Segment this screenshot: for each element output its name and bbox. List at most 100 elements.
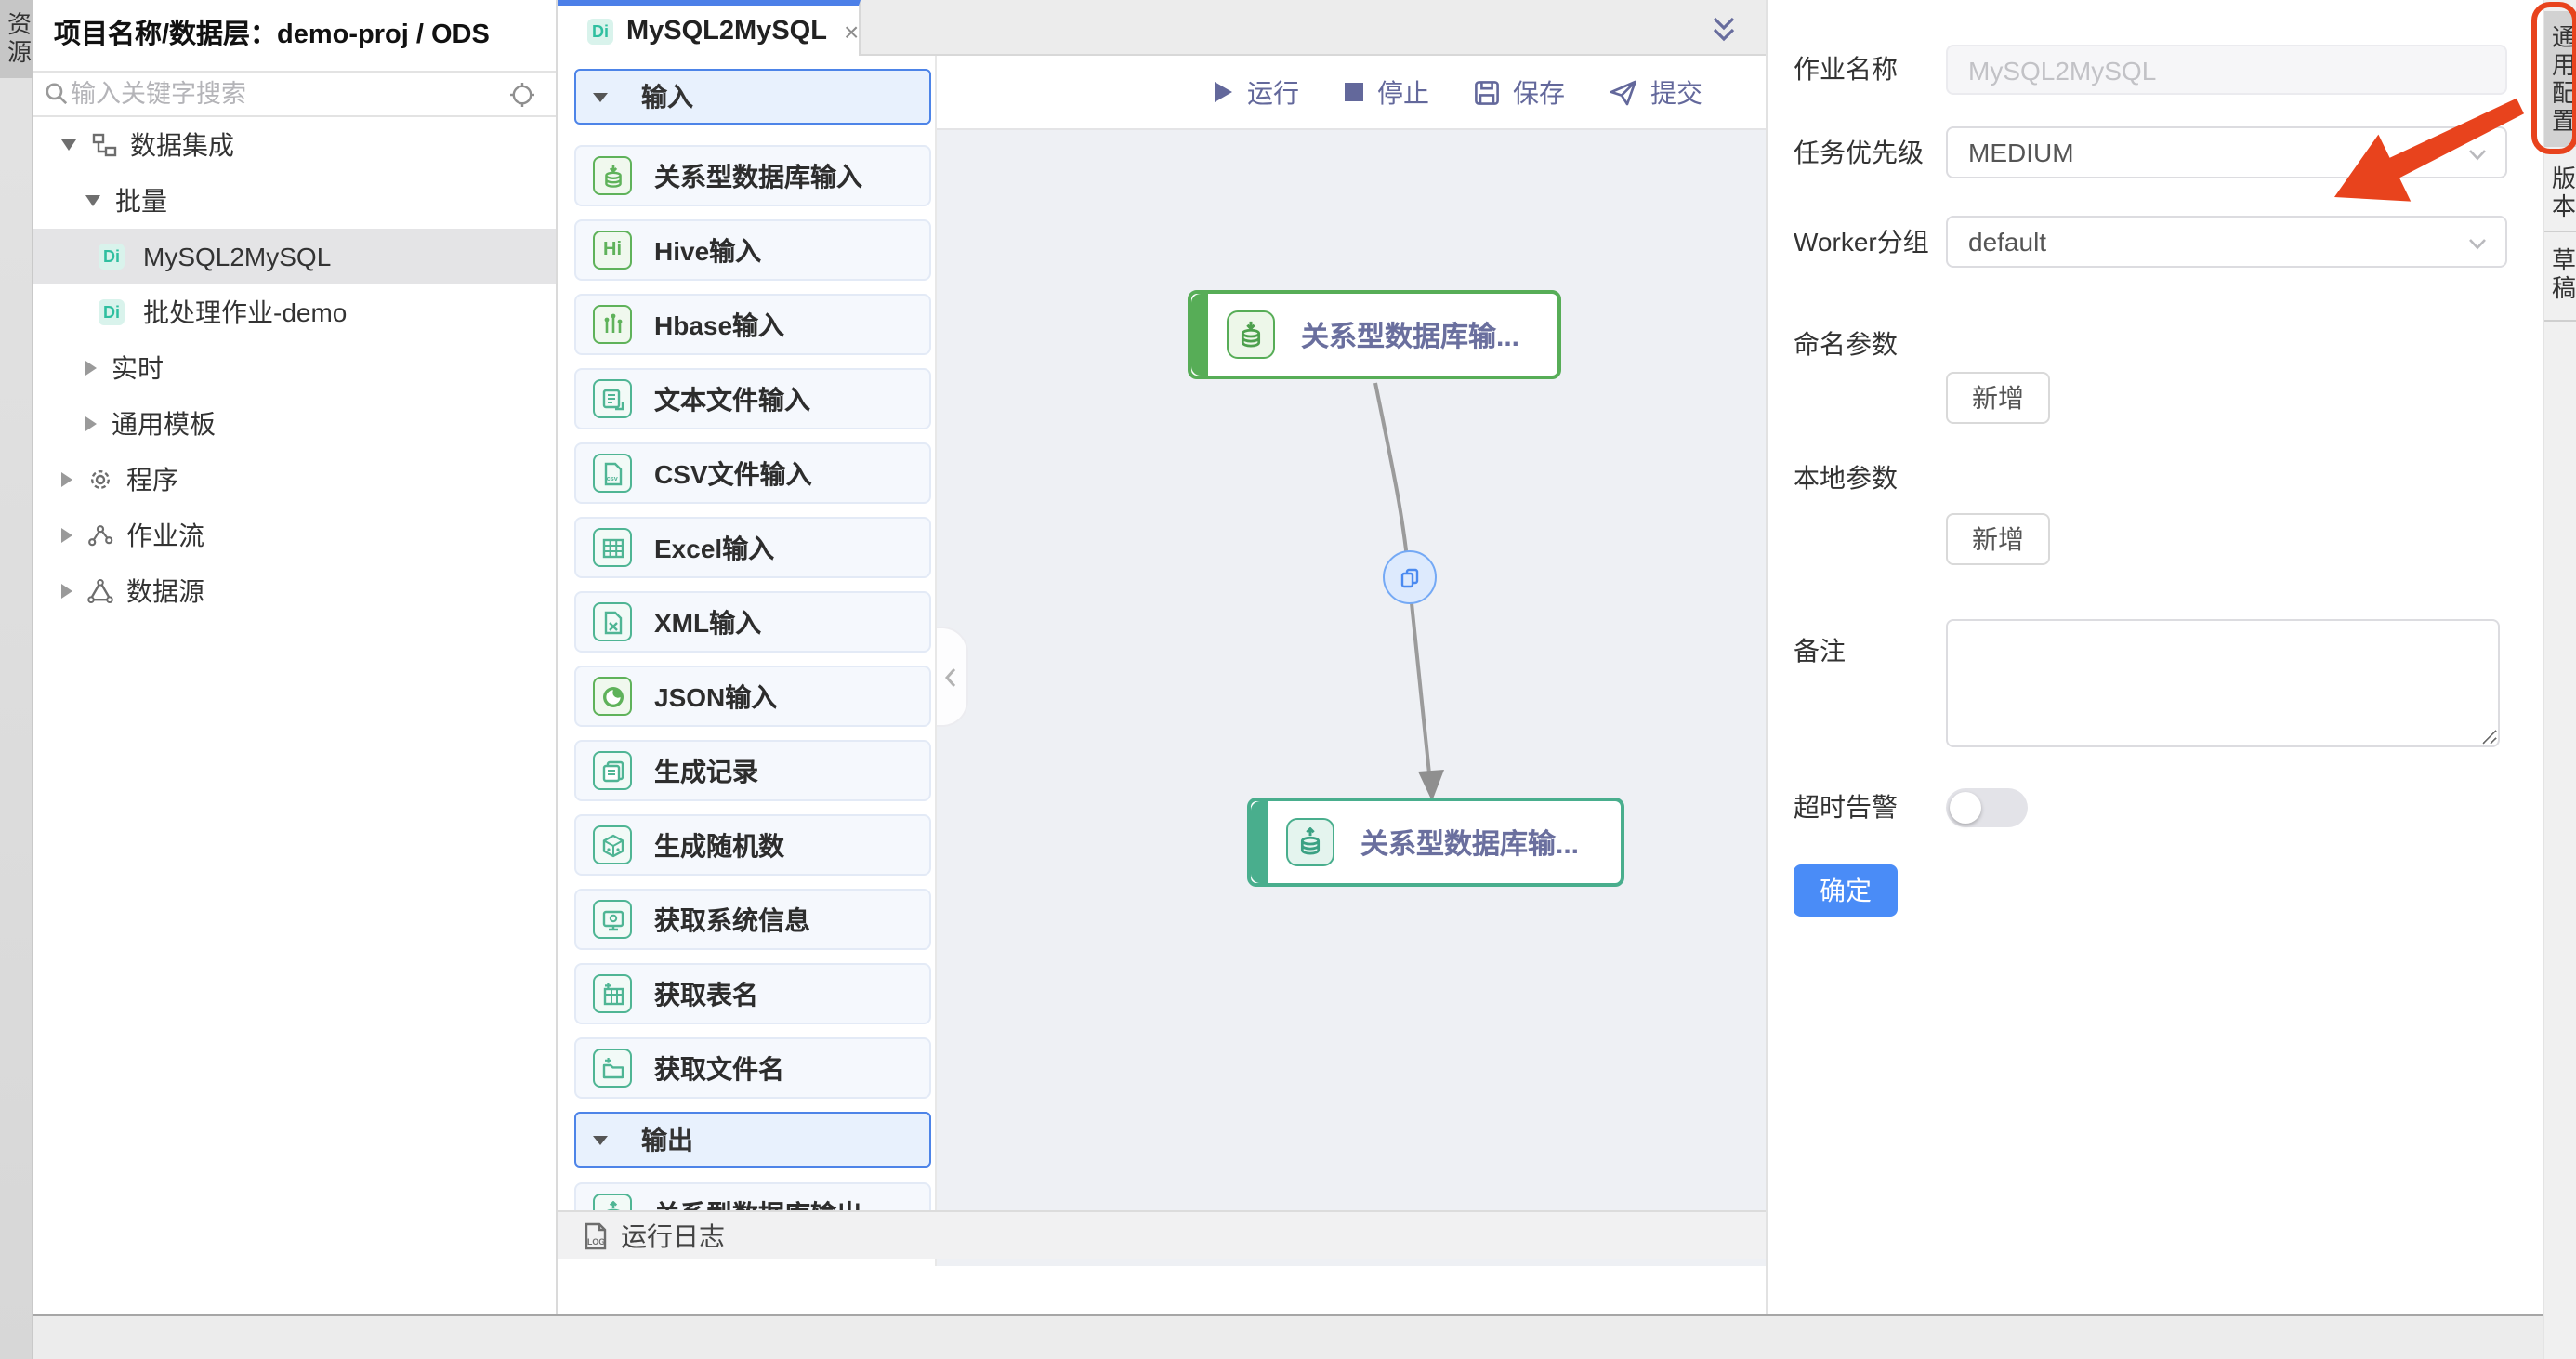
palette-item-label: 获取文件名 bbox=[654, 1049, 784, 1087]
local-params-label: 本地参数 bbox=[1794, 459, 1898, 496]
tree-item-label: 作业流 bbox=[126, 517, 204, 554]
save-label: 保存 bbox=[1513, 73, 1565, 111]
palette-item-xml-input[interactable]: XML输入 bbox=[574, 591, 931, 653]
search-input[interactable] bbox=[71, 76, 470, 112]
submit-button[interactable]: 提交 bbox=[1610, 73, 1702, 111]
priority-label: 任务优先级 bbox=[1794, 134, 1924, 171]
palette-section-input[interactable]: 输入 bbox=[574, 69, 931, 125]
dice-icon bbox=[593, 825, 632, 864]
palette-item-csv-input[interactable]: csv CSV文件输入 bbox=[574, 442, 931, 504]
tree-item-label: 程序 bbox=[126, 461, 178, 498]
node-accent-bar bbox=[1251, 801, 1268, 883]
caret-right-icon[interactable] bbox=[85, 361, 97, 376]
rail-tab-draft[interactable]: 草稿 bbox=[2544, 242, 2576, 309]
rail-tab-version[interactable]: 版本 bbox=[2544, 162, 2576, 225]
run-log-bar[interactable]: LOG 运行日志 bbox=[558, 1210, 1766, 1259]
worker-group-select[interactable]: default bbox=[1946, 216, 2507, 268]
local-params-add-button[interactable]: 新增 bbox=[1946, 513, 2050, 565]
search-icon bbox=[45, 82, 69, 106]
tree-item-realtime[interactable]: 实时 bbox=[33, 340, 556, 396]
editor-panel: Di MySQL2MySQL × 输入 关系型数据库输入 Hi bbox=[558, 0, 1766, 1359]
tab-mysql2mysql[interactable]: Di MySQL2MySQL × bbox=[558, 0, 861, 56]
timeout-alert-toggle[interactable] bbox=[1946, 788, 2028, 827]
datasource-icon bbox=[87, 578, 113, 604]
save-button[interactable]: 保存 bbox=[1474, 73, 1565, 111]
palette-item-text-file-input[interactable]: 文本文件输入 bbox=[574, 368, 931, 429]
tree-item-workflow[interactable]: 作业流 bbox=[33, 508, 556, 563]
rail-tab-label: 草稿 bbox=[2544, 247, 2576, 303]
caret-right-icon[interactable] bbox=[85, 416, 97, 431]
stop-button[interactable]: 停止 bbox=[1344, 73, 1429, 111]
project-tree: 数据集成 批量 Di MySQL2MySQL Di 批处理作业-demo 实时 … bbox=[33, 117, 556, 619]
dag-canvas[interactable]: 关系型数据库输... 关系型数据库输... bbox=[937, 130, 1766, 1266]
resources-rail-tab[interactable]: 资源 bbox=[0, 0, 33, 78]
palette-item-label: 关系型数据库输入 bbox=[654, 157, 862, 194]
caret-down-icon[interactable] bbox=[85, 195, 100, 206]
caret-right-icon[interactable] bbox=[61, 584, 72, 599]
priority-select[interactable]: MEDIUM bbox=[1946, 126, 2507, 178]
sitemap-icon bbox=[91, 132, 117, 158]
palette-item-generate-records[interactable]: 生成记录 bbox=[574, 740, 931, 801]
palette-item-label: Excel输入 bbox=[654, 529, 774, 566]
monitor-icon bbox=[593, 900, 632, 939]
edge-copy-handle[interactable] bbox=[1383, 550, 1437, 604]
job-name-input[interactable] bbox=[1946, 45, 2507, 95]
palette-item-get-table-name[interactable]: 获取表名 bbox=[574, 963, 931, 1024]
palette-item-label: 生成记录 bbox=[654, 752, 758, 789]
hbase-icon bbox=[593, 305, 632, 344]
tree-item-label: 通用模板 bbox=[112, 405, 216, 442]
svg-text:csv: csv bbox=[606, 473, 617, 482]
remarks-textarea[interactable] bbox=[1946, 619, 2500, 747]
sidebar-search-row bbox=[33, 73, 556, 117]
app-window: 资源 项目名称/数据层：demo-proj / ODS 数据集成 bbox=[0, 0, 2576, 1359]
rail-divider bbox=[2544, 320, 2576, 322]
node-rdb-output[interactable]: 关系型数据库输... bbox=[1247, 798, 1624, 887]
palette-item-excel-input[interactable]: Excel输入 bbox=[574, 517, 931, 578]
palette-item-label: 文本文件输入 bbox=[654, 380, 810, 417]
palette-item-hbase-input[interactable]: Hbase输入 bbox=[574, 294, 931, 355]
tree-item-program[interactable]: 程序 bbox=[33, 452, 556, 508]
palette-section-output[interactable]: 输出 bbox=[574, 1112, 931, 1168]
palette-item-hive-input[interactable]: Hi Hive输入 bbox=[574, 219, 931, 281]
section-label: 输入 bbox=[641, 78, 693, 115]
named-params-label: 命名参数 bbox=[1794, 325, 1898, 363]
palette-item-label: 生成随机数 bbox=[654, 826, 784, 864]
tree-item-mysql2mysql[interactable]: Di MySQL2MySQL bbox=[33, 229, 556, 284]
palette-item-rdb-input[interactable]: 关系型数据库输入 bbox=[574, 145, 931, 206]
rail-tab-general-config[interactable]: 通用配置 bbox=[2544, 11, 2576, 147]
log-icon: LOG bbox=[582, 1220, 610, 1250]
named-params-add-button[interactable]: 新增 bbox=[1946, 372, 2050, 424]
confirm-button[interactable]: 确定 bbox=[1794, 864, 1898, 917]
tree-item-label: 批量 bbox=[115, 182, 167, 219]
stop-icon bbox=[1344, 82, 1364, 102]
tree-item-batch[interactable]: 批量 bbox=[33, 173, 556, 229]
palette-item-get-system-info[interactable]: 获取系统信息 bbox=[574, 889, 931, 950]
section-label: 输出 bbox=[641, 1121, 693, 1158]
text-file-icon bbox=[593, 379, 632, 418]
tree-item-data-integration[interactable]: 数据集成 bbox=[33, 117, 556, 173]
tree-item-batch-job-demo[interactable]: Di 批处理作业-demo bbox=[33, 284, 556, 340]
close-icon[interactable]: × bbox=[844, 16, 859, 46]
palette-item-get-file-name[interactable]: 获取文件名 bbox=[574, 1037, 931, 1099]
node-rdb-input[interactable]: 关系型数据库输... bbox=[1188, 290, 1561, 379]
tree-item-common-template[interactable]: 通用模板 bbox=[33, 396, 556, 452]
run-button[interactable]: 运行 bbox=[1212, 73, 1299, 111]
project-title: 项目名称/数据层：demo-proj / ODS bbox=[33, 0, 556, 73]
palette-item-json-input[interactable]: JSON输入 bbox=[574, 666, 931, 727]
palette-collapse-handle[interactable] bbox=[937, 627, 968, 727]
caret-right-icon[interactable] bbox=[61, 472, 72, 487]
json-icon bbox=[593, 677, 632, 716]
palette-item-label: CSV文件输入 bbox=[654, 455, 812, 492]
run-icon bbox=[1212, 80, 1234, 104]
palette-item-generate-random[interactable]: 生成随机数 bbox=[574, 814, 931, 876]
caret-down-icon[interactable] bbox=[61, 139, 76, 151]
config-panel: 作业名称 任务优先级 MEDIUM Worker分组 default 命名参数 … bbox=[1766, 0, 2543, 1314]
caret-right-icon[interactable] bbox=[61, 528, 72, 543]
database-input-icon bbox=[1227, 310, 1275, 359]
gear-icon bbox=[87, 467, 113, 493]
double-chevron-down-icon[interactable] bbox=[1712, 15, 1736, 43]
table-name-icon bbox=[593, 974, 632, 1013]
locate-icon[interactable] bbox=[509, 82, 535, 108]
tree-item-label: 批处理作业-demo bbox=[143, 294, 347, 331]
tree-item-datasource[interactable]: 数据源 bbox=[33, 563, 556, 619]
